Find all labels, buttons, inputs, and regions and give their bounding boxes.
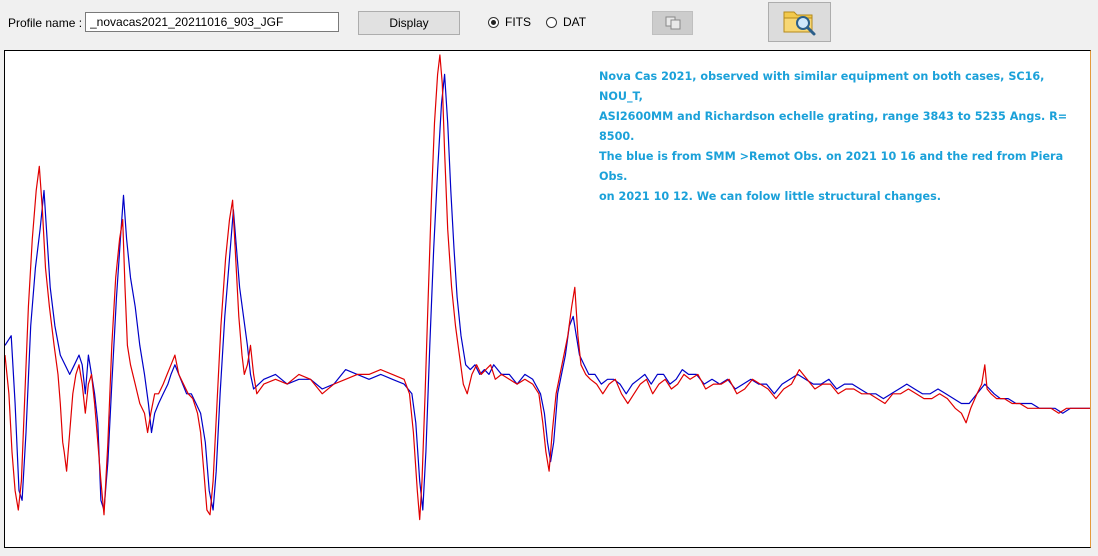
plot-annotation: Nova Cas 2021, observed with similar equ… — [599, 70, 1068, 203]
copy-button[interactable] — [652, 11, 693, 35]
toolbar: Profile name : Display FITS DAT — [0, 0, 1098, 46]
fits-radio[interactable]: FITS — [488, 15, 531, 29]
fits-radio-indicator — [488, 16, 499, 28]
profile-name-label: Profile name : — [8, 16, 83, 30]
folder-search-icon — [783, 11, 815, 36]
fits-radio-label: FITS — [505, 15, 531, 29]
spectrum-plot: Nova Cas 2021, observed with similar equ… — [4, 50, 1091, 548]
copy-icon — [665, 16, 680, 30]
browse-button[interactable] — [768, 2, 831, 42]
dat-radio-indicator — [546, 16, 557, 28]
dat-radio[interactable]: DAT — [546, 15, 586, 29]
display-button[interactable]: Display — [358, 11, 460, 35]
profile-name-input[interactable] — [85, 12, 339, 32]
dat-radio-label: DAT — [563, 15, 587, 29]
